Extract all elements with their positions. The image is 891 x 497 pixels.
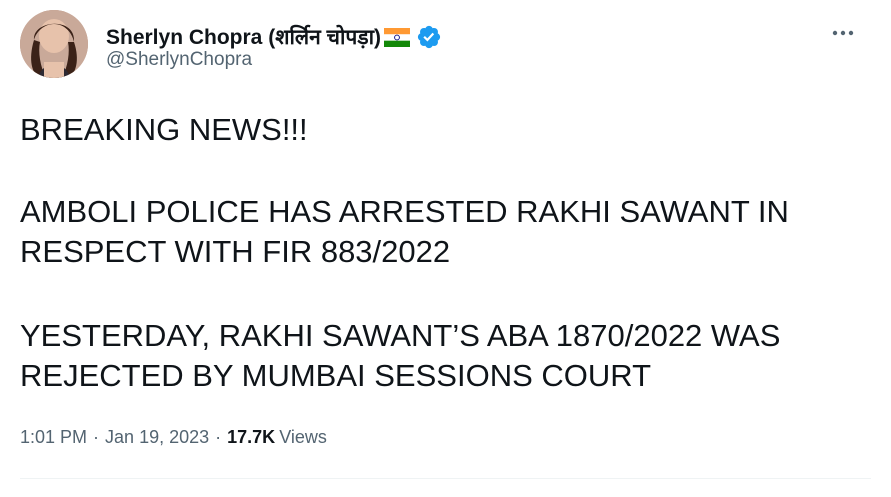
tweet-line: BREAKING NEWS!!! xyxy=(20,112,308,147)
meta-separator: · xyxy=(93,427,100,447)
divider xyxy=(20,478,871,479)
views-label: Views xyxy=(279,427,327,447)
name-row: Sherlyn Chopra (शर्लिन चोपड़ा) xyxy=(106,23,442,51)
tweet-line: RESPECT WITH FIR 883/2022 xyxy=(20,234,451,269)
meta-separator: · xyxy=(215,427,222,447)
tweet-paragraph-1: BREAKING NEWS!!! xyxy=(20,110,308,150)
tweet-line: YESTERDAY, RAKHI SAWANT’S ABA 1870/2022 … xyxy=(20,318,781,353)
tweet-paragraph-2: AMBOLI POLICE HAS ARRESTED RAKHI SAWANT … xyxy=(20,192,789,272)
tweet-time[interactable]: 1:01 PM xyxy=(20,427,87,448)
tweet-line: AMBOLI POLICE HAS ARRESTED RAKHI SAWANT … xyxy=(20,194,789,229)
tweet-meta: 1:01 PM · Jan 19, 2023 · 17.7K Views xyxy=(20,427,327,448)
avatar-image xyxy=(20,10,88,78)
display-name[interactable]: Sherlyn Chopra (शर्लिन चोपड़ा) xyxy=(106,23,381,51)
india-flag-icon xyxy=(384,27,411,47)
more-options-icon[interactable] xyxy=(831,26,855,38)
user-handle[interactable]: @SherlynChopra xyxy=(106,49,252,71)
views-count[interactable]: 17.7K xyxy=(227,427,275,448)
verified-badge-icon[interactable] xyxy=(416,24,442,50)
tweet-date[interactable]: Jan 19, 2023 xyxy=(105,427,209,448)
tweet-header: Sherlyn Chopra (शर्लिन चोपड़ा) @SherlynC… xyxy=(20,10,875,84)
tweet-line: REJECTED BY MUMBAI SESSIONS COURT xyxy=(20,358,652,393)
tweet-paragraph-3: YESTERDAY, RAKHI SAWANT’S ABA 1870/2022 … xyxy=(20,316,780,396)
avatar[interactable] xyxy=(20,10,88,78)
